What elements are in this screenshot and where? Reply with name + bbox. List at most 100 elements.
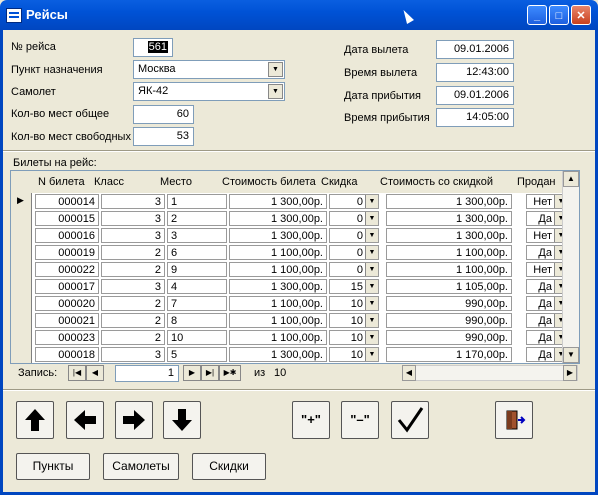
- discounted-price-cell[interactable]: 990,00р.: [386, 296, 512, 311]
- class-cell[interactable]: 2: [101, 330, 165, 345]
- table-row[interactable]: 000017 3 4 1 300,00р. 15 ▼ 1 105,00р. Да ▼: [11, 278, 568, 295]
- ticket-no-cell[interactable]: 000023: [35, 330, 99, 345]
- dep-date-field[interactable]: 09.01.2006: [436, 40, 514, 59]
- table-row[interactable]: 000018 3 5 1 300,00р. 10 ▼ 1 170,00р. Да ▼: [11, 346, 568, 363]
- discounted-price-cell[interactable]: 1 105,00р.: [386, 279, 512, 294]
- ticket-no-cell[interactable]: 000021: [35, 313, 99, 328]
- seat-cell[interactable]: 2: [167, 211, 227, 226]
- title-bar[interactable]: Рейсы _ □ ✕: [0, 0, 598, 30]
- close-button[interactable]: ✕: [571, 5, 591, 25]
- discounted-price-cell[interactable]: 1 300,00р.: [386, 194, 512, 209]
- chevron-down-icon[interactable]: ▼: [365, 348, 378, 361]
- chevron-down-icon[interactable]: ▼: [365, 297, 378, 310]
- discounted-price-cell[interactable]: 1 100,00р.: [386, 262, 512, 277]
- ticket-no-cell[interactable]: 000022: [35, 262, 99, 277]
- first-record-icon[interactable]: |◀: [68, 365, 86, 381]
- class-cell[interactable]: 2: [101, 262, 165, 277]
- seat-cell[interactable]: 1: [167, 194, 227, 209]
- class-cell[interactable]: 3: [101, 194, 165, 209]
- seats-total-field[interactable]: 60: [133, 105, 194, 124]
- discount-cell[interactable]: 0 ▼: [329, 228, 379, 243]
- destination-combo[interactable]: Москва ▼: [133, 60, 285, 79]
- planes-button[interactable]: Самолеты: [103, 453, 179, 480]
- seat-cell[interactable]: 10: [167, 330, 227, 345]
- col-header-seat[interactable]: Место: [160, 176, 192, 188]
- discounts-button[interactable]: Скидки: [192, 453, 266, 480]
- price-cell[interactable]: 1 300,00р.: [229, 228, 327, 243]
- discount-cell[interactable]: 10 ▼: [329, 313, 379, 328]
- seat-cell[interactable]: 3: [167, 228, 227, 243]
- class-cell[interactable]: 2: [101, 313, 165, 328]
- discount-cell[interactable]: 0 ▼: [329, 211, 379, 226]
- ticket-no-cell[interactable]: 000016: [35, 228, 99, 243]
- class-cell[interactable]: 3: [101, 279, 165, 294]
- class-cell[interactable]: 2: [101, 245, 165, 260]
- flight-no-field[interactable]: 561: [133, 38, 173, 57]
- discounted-price-cell[interactable]: 1 170,00р.: [386, 347, 512, 362]
- class-cell[interactable]: 3: [101, 228, 165, 243]
- chevron-down-icon[interactable]: ▼: [365, 314, 378, 327]
- record-selector[interactable]: [11, 346, 32, 363]
- discount-cell[interactable]: 10 ▼: [329, 330, 379, 345]
- ticket-no-cell[interactable]: 000020: [35, 296, 99, 311]
- chevron-down-icon[interactable]: ▼: [365, 212, 378, 225]
- seats-free-field[interactable]: 53: [133, 127, 194, 146]
- table-row[interactable]: ▶ 000014 3 1 1 300,00р. 0 ▼ 1 300,00р. Нет ▼: [11, 193, 568, 210]
- scroll-down-icon[interactable]: ▼: [563, 347, 579, 363]
- seat-cell[interactable]: 7: [167, 296, 227, 311]
- last-button[interactable]: [163, 401, 201, 439]
- record-selector[interactable]: [11, 278, 32, 295]
- discount-cell[interactable]: 10 ▼: [329, 347, 379, 362]
- price-cell[interactable]: 1 100,00р.: [229, 245, 327, 260]
- record-selector[interactable]: [11, 295, 32, 312]
- discounted-price-cell[interactable]: 990,00р.: [386, 330, 512, 345]
- price-cell[interactable]: 1 300,00р.: [229, 211, 327, 226]
- class-cell[interactable]: 3: [101, 347, 165, 362]
- col-header-sold[interactable]: Продан: [517, 176, 556, 188]
- discounted-price-cell[interactable]: 1 300,00р.: [386, 211, 512, 226]
- record-number-input[interactable]: 1: [115, 365, 179, 382]
- next-button[interactable]: [115, 401, 153, 439]
- ticket-no-cell[interactable]: 000017: [35, 279, 99, 294]
- chevron-down-icon[interactable]: ▼: [268, 84, 283, 99]
- points-button[interactable]: Пункты: [16, 453, 90, 480]
- price-cell[interactable]: 1 300,00р.: [229, 194, 327, 209]
- maximize-button[interactable]: □: [549, 5, 569, 25]
- new-record-icon[interactable]: ▶✱: [219, 365, 241, 381]
- chevron-down-icon[interactable]: ▼: [365, 331, 378, 344]
- record-selector[interactable]: ▶: [11, 193, 32, 210]
- record-selector[interactable]: [11, 227, 32, 244]
- seat-cell[interactable]: 8: [167, 313, 227, 328]
- table-row[interactable]: 000016 3 3 1 300,00р. 0 ▼ 1 300,00р. Нет ▼: [11, 227, 568, 244]
- chevron-down-icon[interactable]: ▼: [365, 229, 378, 242]
- price-cell[interactable]: 1 300,00р.: [229, 347, 327, 362]
- discounted-price-cell[interactable]: 1 100,00р.: [386, 245, 512, 260]
- chevron-down-icon[interactable]: ▼: [268, 62, 283, 77]
- discount-cell[interactable]: 0 ▼: [329, 194, 379, 209]
- price-cell[interactable]: 1 100,00р.: [229, 313, 327, 328]
- seat-cell[interactable]: 4: [167, 279, 227, 294]
- delete-record-button[interactable]: "–": [341, 401, 379, 439]
- last-record-icon[interactable]: ▶|: [201, 365, 219, 381]
- price-cell[interactable]: 1 300,00р.: [229, 279, 327, 294]
- table-row[interactable]: 000023 2 10 1 100,00р. 10 ▼ 990,00р. Да ▼: [11, 329, 568, 346]
- seat-cell[interactable]: 6: [167, 245, 227, 260]
- record-selector[interactable]: [11, 210, 32, 227]
- col-header-discounted-price[interactable]: Стоимость со скидкой: [380, 176, 493, 188]
- chevron-down-icon[interactable]: ▼: [365, 195, 378, 208]
- discount-cell[interactable]: 0 ▼: [329, 245, 379, 260]
- grid-vertical-scrollbar[interactable]: ▲ ▼: [562, 171, 579, 363]
- col-header-class[interactable]: Класс: [94, 176, 124, 188]
- class-cell[interactable]: 3: [101, 211, 165, 226]
- table-row[interactable]: 000019 2 6 1 100,00р. 0 ▼ 1 100,00р. Да ▼: [11, 244, 568, 261]
- ticket-no-cell[interactable]: 000019: [35, 245, 99, 260]
- arr-date-field[interactable]: 09.01.2006: [436, 86, 514, 105]
- record-selector[interactable]: [11, 312, 32, 329]
- table-row[interactable]: 000015 3 2 1 300,00р. 0 ▼ 1 300,00р. Да ▼: [11, 210, 568, 227]
- col-header-ticket[interactable]: N билета: [38, 176, 85, 188]
- prev-record-icon[interactable]: ◀: [86, 365, 104, 381]
- price-cell[interactable]: 1 100,00р.: [229, 262, 327, 277]
- scroll-up-icon[interactable]: ▲: [563, 171, 579, 187]
- table-row[interactable]: 000022 2 9 1 100,00р. 0 ▼ 1 100,00р. Нет ▼: [11, 261, 568, 278]
- chevron-down-icon[interactable]: ▼: [365, 280, 378, 293]
